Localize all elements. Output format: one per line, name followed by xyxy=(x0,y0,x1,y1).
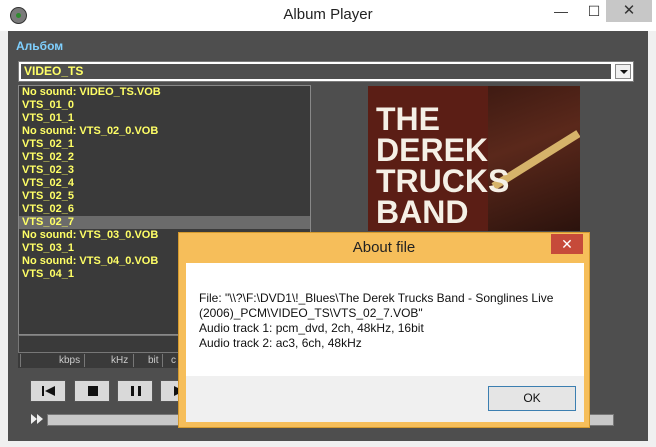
track-list-item[interactable]: VTS_02_5 xyxy=(19,190,310,203)
stream-info-bar: kbps kHz bit c xyxy=(18,353,183,368)
track-list-item[interactable]: VTS_02_2 xyxy=(19,151,310,164)
info-separator xyxy=(84,354,85,367)
info-separator xyxy=(133,354,134,367)
bit-label: bit xyxy=(148,355,159,366)
info-separator xyxy=(162,354,163,367)
album-folder-dropdown[interactable]: VIDEO_TS xyxy=(18,61,634,82)
track-list-item[interactable]: VTS_01_1 xyxy=(19,112,310,125)
kbps-label: kbps xyxy=(59,355,81,366)
track-list-item[interactable]: VTS_02_6 xyxy=(19,203,310,216)
track-list-item[interactable]: VTS_02_3 xyxy=(19,164,310,177)
title-bar[interactable]: Album Player — ☐ ✕ xyxy=(0,0,656,31)
album-cover-image: THE DEREK TRUCKS BAND xyxy=(368,86,580,231)
file-path-line: File: "\\?\F:\DVD1\!_Blues\The Derek Tru… xyxy=(199,291,554,305)
previous-icon xyxy=(42,386,55,396)
pause-button[interactable] xyxy=(117,380,153,402)
track-list-item[interactable]: No sound: VTS_02_0.VOB xyxy=(19,125,310,138)
file-info-text: File: "\\?\F:\DVD1\!_Blues\The Derek Tru… xyxy=(199,291,569,351)
previous-button[interactable] xyxy=(30,380,66,402)
info-separator xyxy=(20,354,21,367)
cover-line: DEREK xyxy=(376,132,489,168)
audio-track-line: Audio track 1: pcm_dvd, 2ch, 48kHz, 16bi… xyxy=(199,321,424,335)
minimize-button[interactable]: — xyxy=(546,0,576,22)
fast-forward-icon[interactable] xyxy=(30,413,44,425)
channels-label: c xyxy=(171,355,176,366)
cover-band-name: THE DEREK TRUCKS BAND xyxy=(376,101,510,230)
stop-icon xyxy=(88,386,98,396)
track-list-item[interactable]: No sound: VIDEO_TS.VOB xyxy=(19,86,310,99)
file-path-line: (2006)_PCM\VIDEO_TS\VTS_02_7.VOB" xyxy=(199,306,423,320)
dialog-close-button[interactable]: ✕ xyxy=(551,234,583,254)
close-button[interactable]: ✕ xyxy=(606,0,652,22)
stop-button[interactable] xyxy=(74,380,110,402)
maximize-button[interactable]: ☐ xyxy=(579,0,609,22)
album-folder-value: VIDEO_TS xyxy=(21,64,611,79)
dialog-title: About file xyxy=(352,239,416,256)
cover-line: BAND xyxy=(376,194,469,230)
cover-line: TRUCKS xyxy=(376,163,510,199)
dialog-message-area: File: "\\?\F:\DVD1\!_Blues\The Derek Tru… xyxy=(186,263,584,376)
album-player-window: Album Player — ☐ ✕ Альбом VIDEO_TS No so… xyxy=(0,0,656,447)
track-list-item[interactable]: VTS_02_7 xyxy=(19,216,310,229)
cover-line: THE xyxy=(376,101,440,137)
audio-track-line: Audio track 2: ac3, 6ch, 48kHz xyxy=(199,336,362,350)
track-list-item[interactable]: VTS_02_4 xyxy=(19,177,310,190)
album-label: Альбом xyxy=(16,39,64,53)
khz-label: kHz xyxy=(111,355,129,366)
ok-button[interactable]: OK xyxy=(488,386,576,411)
track-list-item[interactable]: VTS_01_0 xyxy=(19,99,310,112)
chevron-down-icon[interactable] xyxy=(615,64,631,79)
dialog-footer: OK xyxy=(186,376,584,422)
about-file-dialog: About file ✕ File: "\\?\F:\DVD1\!_Blues\… xyxy=(178,232,590,428)
track-list-item[interactable]: VTS_02_1 xyxy=(19,138,310,151)
pause-icon xyxy=(131,386,141,396)
